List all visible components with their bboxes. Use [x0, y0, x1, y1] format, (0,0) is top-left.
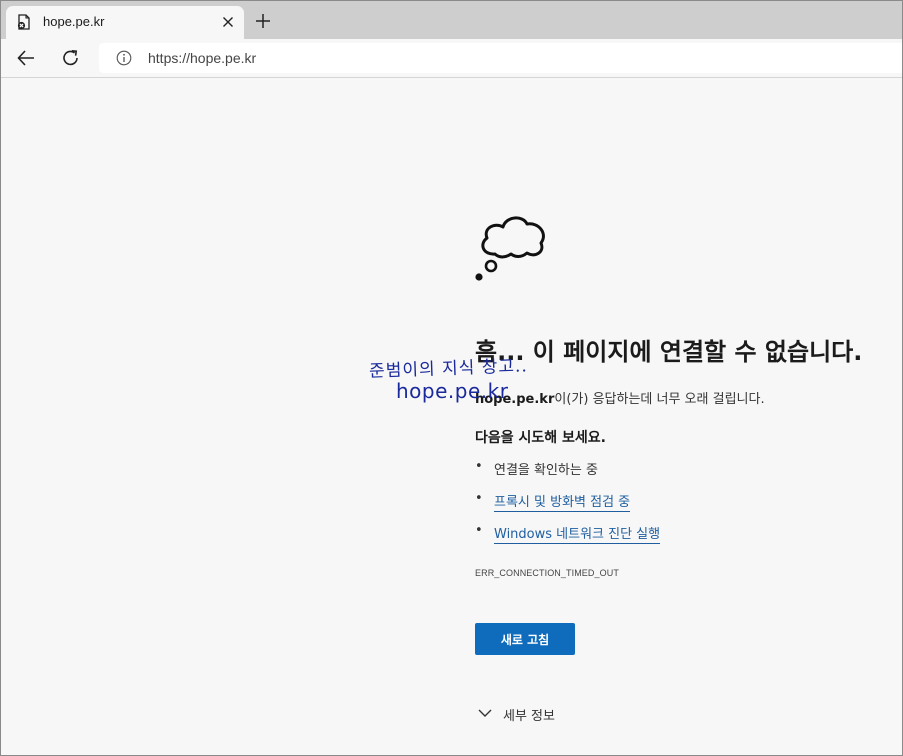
chevron-down-icon	[478, 709, 492, 717]
suggestions-heading: 다음을 시도해 보세요.	[475, 430, 606, 446]
details-label: 세부 정보	[503, 709, 555, 724]
broken-page-icon	[17, 14, 30, 30]
error-code: ERR_CONNECTION_TIMED_OUT	[475, 568, 619, 578]
info-icon[interactable]	[116, 50, 132, 66]
tab-strip: hope.pe.kr	[1, 1, 902, 39]
bullet: •	[475, 523, 483, 538]
link-network-diagnostics[interactable]: Windows 네트워크 진단 실행	[494, 527, 661, 544]
watermark-text: 준범이의 지식 창고..	[368, 356, 529, 382]
error-page: 흠... 이 페이지에 연결할 수 없습니다. hope.pe.kr이(가) 응…	[1, 78, 902, 755]
error-description: hope.pe.kr이(가) 응답하는데 너무 오래 걸립니다.	[475, 388, 765, 407]
description-text: 이(가) 응답하는데 너무 오래 걸립니다.	[554, 392, 765, 407]
toolbar: https://hope.pe.kr	[1, 39, 902, 78]
bullet: •	[475, 459, 483, 474]
arrow-left-icon[interactable]	[15, 47, 37, 69]
suggestion-check-connection: 연결을 확인하는 중	[494, 463, 598, 478]
thought-cloud-icon	[475, 216, 545, 281]
browser-window: hope.pe.kr https://hope.pe.kr 흠... 이 페이지…	[0, 0, 903, 756]
refresh-button[interactable]: 새로 고침	[475, 623, 575, 655]
bullet: •	[475, 491, 483, 506]
url-text[interactable]: https://hope.pe.kr	[148, 50, 256, 66]
link-check-proxy-firewall[interactable]: 프록시 및 방화벽 점검 중	[494, 495, 631, 512]
error-heading: 흠... 이 페이지에 연결할 수 없습니다.	[475, 338, 863, 366]
plus-icon[interactable]	[253, 11, 273, 31]
close-icon[interactable]	[220, 14, 236, 30]
tab-active[interactable]: hope.pe.kr	[6, 6, 244, 39]
address-bar[interactable]: https://hope.pe.kr	[99, 43, 902, 73]
tab-title: hope.pe.kr	[43, 14, 105, 29]
reload-icon[interactable]	[60, 47, 82, 69]
watermark-url: hope.pe.kr	[396, 379, 509, 403]
